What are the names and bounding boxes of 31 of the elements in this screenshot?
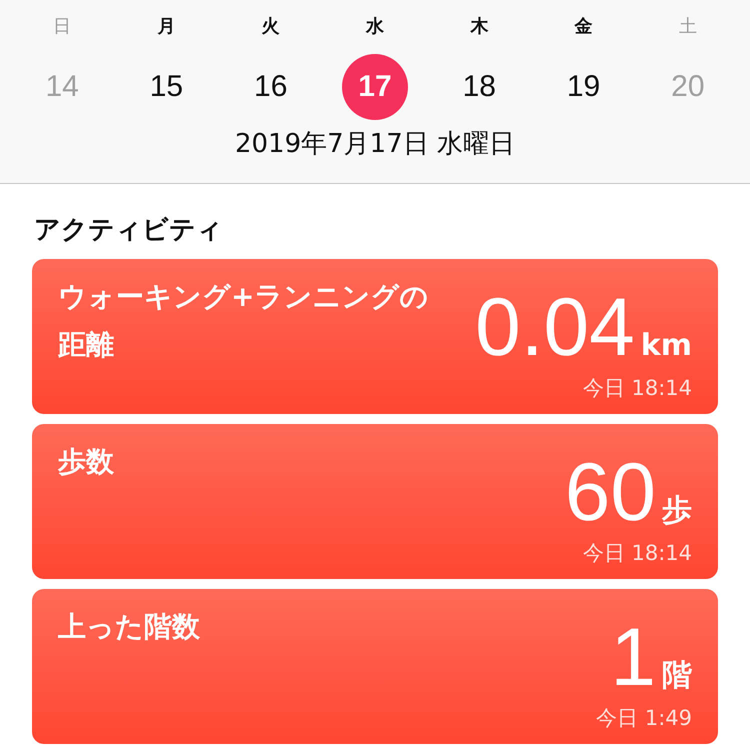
value-text: 1 [610, 614, 656, 702]
activity-card[interactable]: ウォーキング+ランニングの距離 0.04 km 今日 18:14 [32, 259, 718, 414]
value-text: 60 [564, 449, 656, 537]
weekday-label: 金 [574, 15, 593, 39]
weekday-label: 水 [366, 15, 384, 39]
value-text: 0.04 [475, 284, 635, 372]
day-button[interactable]: 16 [238, 54, 304, 120]
weekday-label: 土 [678, 15, 697, 39]
unit-text: 階 [662, 657, 692, 695]
day-button[interactable]: 20 [654, 54, 721, 120]
weekday-label: 日 [53, 15, 72, 39]
activity-card[interactable]: 上った階数 1 階 今日 1:49 [32, 589, 718, 744]
card-title: 歩数 [58, 444, 115, 480]
day-button[interactable]: 15 [133, 54, 200, 120]
weekday-label: 木 [470, 15, 488, 39]
activity-card[interactable]: 歩数 60 歩 今日 18:14 [32, 424, 718, 579]
day-button[interactable]: 17 [342, 54, 408, 120]
day-button[interactable]: 18 [446, 54, 512, 120]
day-button[interactable]: 14 [29, 54, 96, 120]
card-title: ウォーキング+ランニングの距離 [58, 279, 430, 363]
unit-text: 歩 [662, 492, 692, 530]
date-label: 2019年7月17日 水曜日 [234, 128, 516, 161]
timestamp-text: 今日 1:49 [596, 705, 692, 732]
weekday-label: 月 [157, 15, 176, 39]
card-title: 上った階数 [58, 609, 201, 645]
day-button[interactable]: 19 [550, 54, 617, 120]
weekday-label: 火 [262, 15, 280, 39]
section-title: アクティビティ [34, 214, 223, 247]
timestamp-text: 今日 18:14 [582, 375, 692, 402]
unit-text: km [640, 328, 692, 363]
timestamp-text: 今日 18:14 [582, 540, 692, 567]
